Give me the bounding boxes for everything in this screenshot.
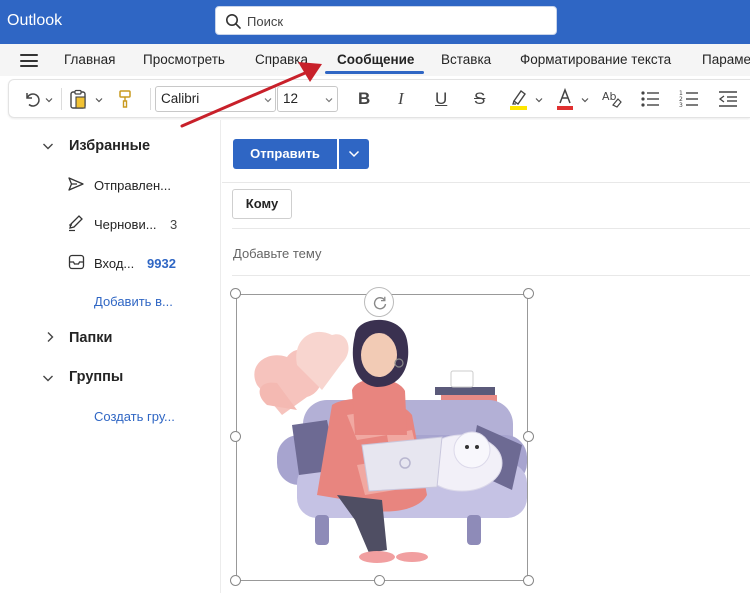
font-size-value: 12 <box>283 91 299 106</box>
strikethrough-button[interactable]: S <box>474 89 485 109</box>
rotate-icon <box>373 296 387 310</box>
undo-icon[interactable] <box>23 90 41 108</box>
font-size-select[interactable]: 12 <box>277 86 338 112</box>
clipboard-icon[interactable] <box>69 89 87 109</box>
folder-pane: Избранные Отправлен... Чернови... 3 Вход… <box>0 120 221 593</box>
font-name-select[interactable]: Calibri <box>155 86 276 112</box>
tab-format-text[interactable]: Форматирование текста <box>520 52 671 67</box>
nav-item-inbox[interactable]: Вход... <box>94 256 134 271</box>
add-favorite-link[interactable]: Добавить в... <box>94 294 173 309</box>
chevron-right-icon[interactable] <box>45 331 55 343</box>
resize-handle[interactable] <box>230 288 241 299</box>
subject-input[interactable]: Добавьте тему <box>233 246 322 261</box>
send-button[interactable]: Отправить <box>233 139 337 169</box>
woman-on-sofa-illustration <box>254 319 527 563</box>
title-bar: Outlook Поиск <box>0 0 750 44</box>
draft-pencil-icon <box>69 215 83 232</box>
active-tab-indicator <box>325 71 424 74</box>
hamburger-menu-icon[interactable] <box>20 54 38 67</box>
font-name-value: Calibri <box>161 91 200 106</box>
chevron-down-icon[interactable] <box>42 373 54 383</box>
underline-button[interactable]: U <box>435 89 447 109</box>
bold-button[interactable]: B <box>358 89 370 109</box>
favorites-header[interactable]: Избранные <box>69 138 150 154</box>
resize-handle[interactable] <box>523 431 534 442</box>
send-icon <box>68 177 84 191</box>
rotate-handle[interactable] <box>364 287 394 317</box>
groups-header[interactable]: Группы <box>69 369 123 385</box>
chevron-down-icon <box>325 98 333 103</box>
resize-handle[interactable] <box>523 288 534 299</box>
search-icon <box>226 14 241 29</box>
inbox-icon <box>68 254 85 270</box>
resize-handle[interactable] <box>523 575 534 586</box>
inserted-image[interactable] <box>236 294 528 581</box>
drafts-count: 3 <box>170 217 178 232</box>
bullet-list-icon[interactable] <box>640 89 660 109</box>
chevron-down-icon[interactable] <box>42 141 54 151</box>
chevron-down-icon[interactable] <box>45 96 53 104</box>
nav-item-sent[interactable]: Отправлен... <box>94 178 171 193</box>
numbered-list-icon[interactable]: 1 2 3 <box>679 89 699 109</box>
highlight-icon[interactable] <box>509 87 529 111</box>
tab-home[interactable]: Главная <box>64 52 115 67</box>
tab-message[interactable]: Сообщение <box>337 52 414 67</box>
tab-view[interactable]: Просмотреть <box>143 52 225 67</box>
folders-header[interactable]: Папки <box>69 330 112 346</box>
svg-text:Ab: Ab <box>602 90 617 103</box>
to-button[interactable]: Кому <box>232 189 292 219</box>
chevron-down-icon <box>264 98 272 103</box>
decrease-indent-icon[interactable] <box>718 89 738 109</box>
italic-button[interactable]: I <box>398 89 404 109</box>
tab-help[interactable]: Справка <box>255 52 308 67</box>
send-options-button[interactable] <box>339 139 369 169</box>
resize-handle[interactable] <box>374 575 385 586</box>
chevron-down-icon[interactable] <box>95 96 103 104</box>
inbox-unread-count: 9932 <box>147 256 176 271</box>
tab-options[interactable]: Параме <box>702 52 750 67</box>
nav-item-drafts[interactable]: Чернови... <box>94 217 157 232</box>
resize-handle[interactable] <box>230 575 241 586</box>
font-color-icon[interactable] <box>555 87 575 111</box>
app-title: Outlook <box>7 12 63 29</box>
svg-text:3: 3 <box>679 102 683 109</box>
create-group-link[interactable]: Создать гру... <box>94 409 175 424</box>
tab-insert[interactable]: Вставка <box>441 52 491 67</box>
chevron-down-icon[interactable] <box>535 96 543 104</box>
format-painter-icon[interactable] <box>117 89 133 109</box>
clear-formatting-icon[interactable]: Ab <box>601 89 623 109</box>
chevron-down-icon <box>348 150 360 158</box>
search-input[interactable]: Поиск <box>247 14 283 29</box>
search-box[interactable]: Поиск <box>215 6 557 35</box>
ribbon-toolbar: Calibri 12 B I U S Ab 1 2 3 <box>8 79 750 118</box>
resize-handle[interactable] <box>230 431 241 442</box>
chevron-down-icon[interactable] <box>581 96 589 104</box>
compose-pane: Отправить Кому Добавьте тему <box>222 120 750 593</box>
